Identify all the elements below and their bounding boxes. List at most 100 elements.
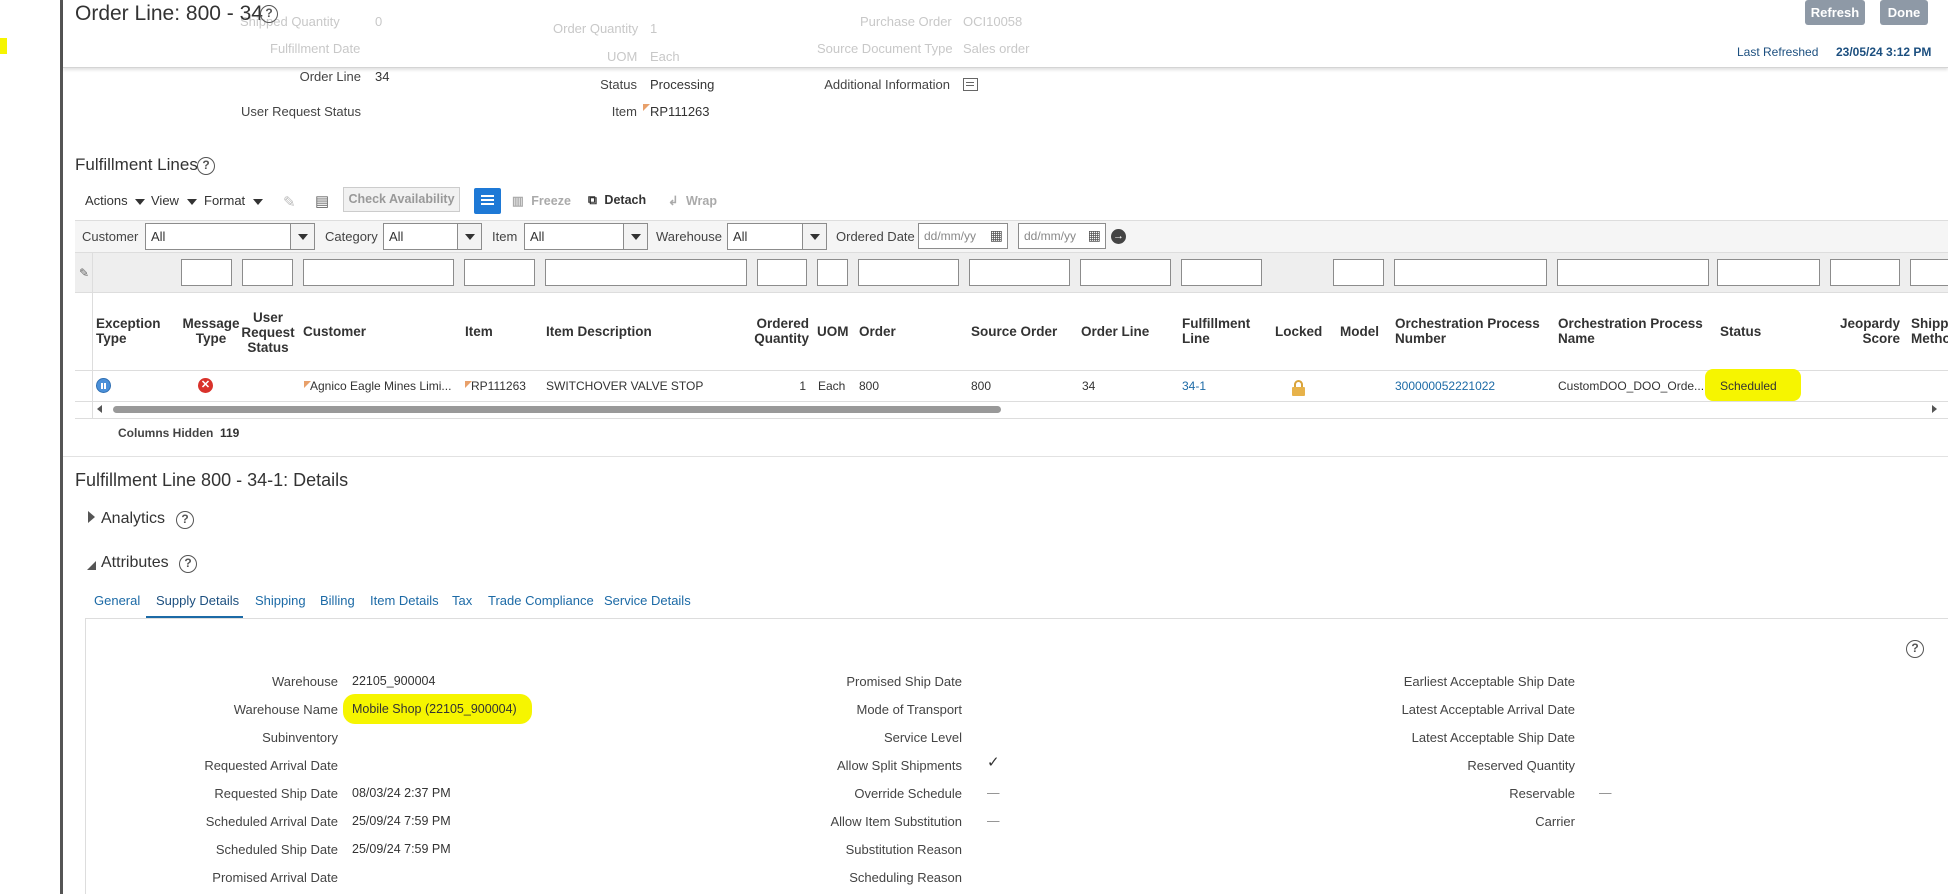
customer-filter-select[interactable]: All	[145, 223, 315, 250]
qbe-orch-process-name[interactable]	[1557, 259, 1709, 286]
analytics-expander[interactable]: Analytics	[88, 510, 165, 528]
col-exception-type[interactable]: Exception Type	[96, 316, 166, 346]
qbe-jeopardy-score[interactable]	[1830, 259, 1900, 286]
qbe-order-line[interactable]	[1080, 259, 1171, 286]
col-ordered-quantity[interactable]: Ordered Quantity	[750, 316, 809, 346]
calendar-icon[interactable]: ▦	[1088, 227, 1101, 244]
ordered-date-to-input[interactable]: dd/mm/yy ▦	[1018, 223, 1106, 249]
query-by-example-button[interactable]	[474, 188, 501, 214]
analytics-help-icon[interactable]: ?	[176, 511, 194, 529]
item-label: Item	[611, 104, 637, 119]
check-availability-button[interactable]: Check Availability	[343, 187, 460, 212]
qbe-shipping-method[interactable]	[1910, 259, 1948, 286]
col-uom[interactable]: UOM	[817, 324, 849, 339]
ordered-date-from-input[interactable]: dd/mm/yy ▦	[918, 223, 1008, 249]
attributes-expander[interactable]: Attributes	[87, 554, 169, 572]
error-icon[interactable]: ✕	[198, 378, 213, 393]
tab-item-details[interactable]: Item Details	[370, 593, 439, 608]
go-arrow-icon[interactable]: →	[1111, 229, 1126, 244]
qbe-user-request-status[interactable]	[242, 259, 293, 286]
qbe-item[interactable]	[464, 259, 535, 286]
row-orch-process-number-link[interactable]: 300000052221022	[1395, 379, 1495, 393]
qbe-model[interactable]	[1333, 259, 1384, 286]
requested-arrival-date-label: Requested Arrival Date	[204, 758, 338, 773]
additional-info-icon[interactable]	[963, 78, 978, 91]
allow-item-substitution-label: Allow Item Substitution	[830, 814, 962, 829]
qbe-fulfillment-line[interactable]	[1181, 259, 1262, 286]
col-item[interactable]: Item	[465, 324, 493, 339]
qbe-source-order[interactable]	[969, 259, 1070, 286]
status-label: Status	[600, 77, 637, 92]
col-customer[interactable]: Customer	[303, 324, 366, 339]
tab-trade-compliance[interactable]: Trade Compliance	[488, 593, 594, 608]
col-message-type[interactable]: Message Type	[181, 316, 241, 346]
qbe-edit-icon[interactable]: ✎	[79, 266, 89, 280]
calendar-icon[interactable]: ▦	[990, 227, 1003, 244]
category-filter-select[interactable]: All	[383, 223, 482, 250]
col-shipping-method[interactable]: Shipp Metho	[1911, 316, 1948, 346]
col-jeopardy-score[interactable]: Jeopardy Score	[1836, 316, 1900, 346]
refresh-button[interactable]: Refresh	[1805, 0, 1865, 25]
col-source-order[interactable]: Source Order	[971, 324, 1057, 339]
scroll-left-arrow[interactable]	[97, 405, 102, 413]
col-status[interactable]: Status	[1720, 324, 1761, 339]
row-order: 800	[859, 379, 880, 393]
qbe-orch-process-number[interactable]	[1394, 259, 1547, 286]
freeze-button[interactable]: ▥ Freeze	[512, 193, 571, 208]
requested-ship-date-value: 08/03/24 2:37 PM	[352, 786, 451, 800]
col-order[interactable]: Order	[859, 324, 896, 339]
chevron-down-icon[interactable]	[623, 224, 647, 249]
exception-info-icon[interactable]	[96, 378, 111, 393]
latest-acceptable-arrival-date-label: Latest Acceptable Arrival Date	[1401, 702, 1575, 717]
chevron-down-icon[interactable]	[290, 224, 314, 249]
chevron-down-icon[interactable]	[802, 224, 826, 249]
col-fulfillment-line[interactable]: Fulfillment Line	[1182, 316, 1262, 346]
category-filter-label: Category	[325, 229, 378, 244]
page-title: Order Line: 800 - 34	[75, 2, 263, 25]
tab-billing[interactable]: Billing	[320, 593, 355, 608]
details-panel-help-icon[interactable]: ?	[1906, 640, 1924, 658]
tab-tax[interactable]: Tax	[452, 593, 472, 608]
qbe-item-description[interactable]	[545, 259, 747, 286]
attributes-help-icon[interactable]: ?	[179, 555, 197, 573]
fulfillment-lines-help-icon[interactable]: ?	[197, 157, 215, 175]
format-menu[interactable]: Format	[204, 193, 263, 208]
actions-menu[interactable]: Actions	[85, 193, 146, 208]
col-model[interactable]: Model	[1340, 324, 1379, 339]
col-orch-process-number[interactable]: Orchestration Process Number	[1395, 316, 1545, 346]
horizontal-scrollbar[interactable]	[97, 405, 1937, 414]
detach-button[interactable]: ⧉ Detach	[588, 193, 646, 208]
qbe-uom[interactable]	[817, 259, 848, 286]
help-icon[interactable]: ?	[260, 5, 278, 23]
wrap-button[interactable]: ↲ Wrap	[668, 193, 717, 208]
tab-shipping[interactable]: Shipping	[255, 593, 306, 608]
col-item-description[interactable]: Item Description	[546, 324, 652, 339]
qbe-ordered-quantity[interactable]	[757, 259, 807, 286]
item-filter-select[interactable]: All	[524, 223, 648, 250]
view-menu[interactable]: View	[151, 193, 197, 208]
qbe-message-type[interactable]	[181, 259, 232, 286]
filter-icon	[481, 195, 494, 197]
row-ordered-quantity: 1	[799, 379, 806, 393]
tab-general[interactable]: General	[94, 593, 140, 608]
scroll-right-arrow[interactable]	[1932, 405, 1937, 413]
col-locked[interactable]: Locked	[1275, 324, 1322, 339]
qbe-customer[interactable]	[303, 259, 454, 286]
col-order-line[interactable]: Order Line	[1081, 324, 1149, 339]
qbe-order[interactable]	[858, 259, 959, 286]
col-user-request-status[interactable]: User Request Status	[240, 310, 296, 355]
row-customer: Agnico Eagle Mines Limi...	[310, 379, 452, 393]
done-button[interactable]: Done	[1880, 0, 1928, 25]
row-fulfillment-line-link[interactable]: 34-1	[1182, 379, 1206, 393]
warehouse-filter-select[interactable]: All	[727, 223, 827, 250]
scrollbar-thumb[interactable]	[113, 406, 1001, 413]
edit-pencil-icon[interactable]: ✎	[283, 193, 296, 211]
qbe-status[interactable]	[1717, 259, 1820, 286]
tab-supply-details[interactable]: Supply Details	[156, 593, 239, 608]
notes-icon[interactable]: ▤	[315, 192, 329, 210]
col-orch-process-name[interactable]: Orchestration Process Name	[1558, 316, 1708, 346]
tab-service-details[interactable]: Service Details	[604, 593, 691, 608]
chevron-down-icon[interactable]	[457, 224, 481, 249]
customer-filter-label: Customer	[82, 229, 139, 244]
wrap-label: Wrap	[685, 194, 717, 208]
